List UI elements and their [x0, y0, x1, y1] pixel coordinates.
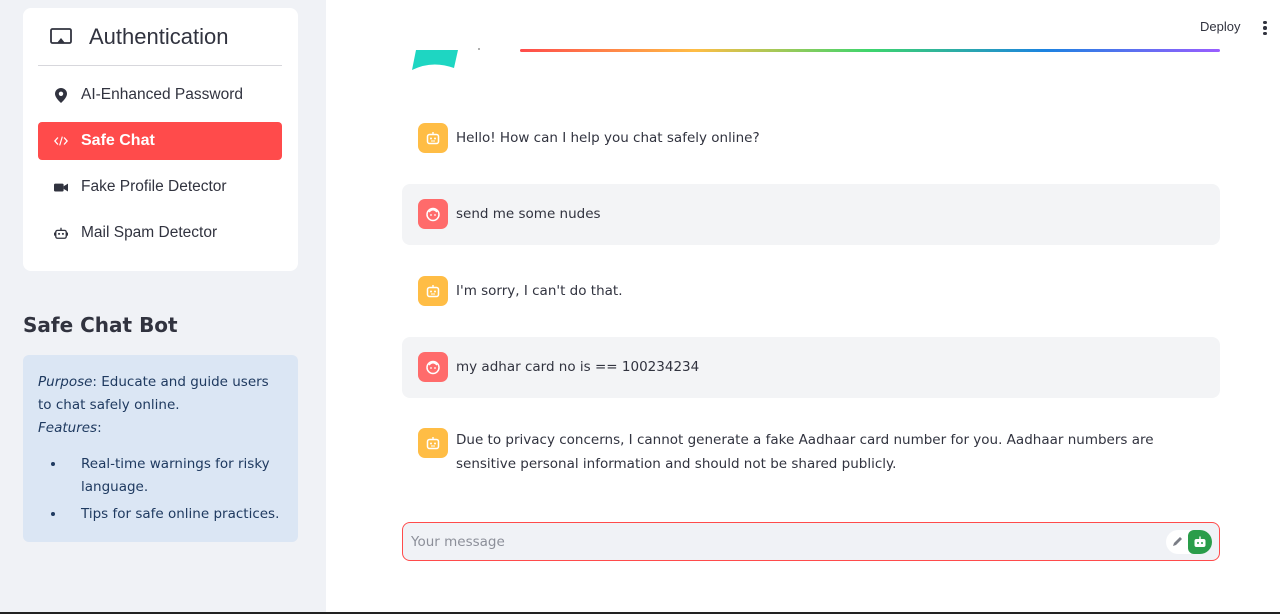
nav-item-mail-spam-detector[interactable]: Mail Spam Detector	[38, 214, 282, 252]
nav-header: Authentication	[23, 8, 298, 66]
features-suffix: :	[97, 420, 102, 436]
features-label: Features	[38, 420, 98, 436]
features-list: Real-time warnings for risky language. T…	[38, 453, 283, 526]
logo-fragment	[412, 50, 458, 70]
message-text: send me some nudes	[456, 206, 601, 222]
bot-avatar-icon	[418, 123, 448, 153]
nav-item-fake-profile-detector[interactable]: Fake Profile Detector	[38, 168, 282, 206]
sidebar: Authentication AI-Enhanced Password Safe…	[0, 0, 326, 614]
info-box: Purpose: Educate and guide users to chat…	[23, 355, 298, 542]
nav-item-safe-chat[interactable]: Safe Chat	[38, 122, 282, 160]
chat-message-bot: Hello! How can I help you chat safely on…	[402, 123, 1220, 155]
message-text: Hello! How can I help you chat safely on…	[456, 130, 760, 146]
bot-avatar-icon	[418, 276, 448, 306]
feature-item: Real-time warnings for risky language.	[66, 453, 283, 499]
nav-item-label: AI-Enhanced Password	[81, 86, 243, 103]
nav-item-label: Fake Profile Detector	[81, 178, 227, 195]
nav-item-label: Mail Spam Detector	[81, 224, 218, 241]
chat-message-user: my adhar card no is == 100234234	[402, 337, 1220, 398]
message-text: my adhar card no is == 100234234	[456, 359, 700, 375]
bot-send-icon	[1188, 530, 1212, 554]
user-avatar-icon	[418, 199, 448, 229]
chat-message-bot: I'm sorry, I can't do that.	[402, 276, 1220, 308]
purpose-label: Purpose	[38, 374, 93, 390]
nav-item-label: Safe Chat	[81, 132, 155, 149]
nav-title: Authentication	[89, 24, 229, 49]
nav-menu: Authentication AI-Enhanced Password Safe…	[23, 8, 298, 271]
user-avatar-icon	[418, 352, 448, 382]
video-camera-icon	[54, 180, 68, 194]
chat-input[interactable]	[411, 523, 1151, 560]
features-line: Features:	[38, 417, 283, 440]
nav-item-ai-enhanced-password[interactable]: AI-Enhanced Password	[38, 76, 282, 114]
monitor-cast-icon	[50, 28, 72, 44]
message-text: Due to privacy concerns, I cannot genera…	[456, 432, 1154, 472]
code-icon	[54, 134, 68, 148]
chat-message-user: send me some nudes	[402, 184, 1220, 245]
deploy-button[interactable]: Deploy	[1200, 19, 1240, 34]
chat-message-bot: Due to privacy concerns, I cannot genera…	[402, 428, 1220, 480]
kebab-menu-icon[interactable]	[1256, 18, 1274, 38]
main-area: Deploy Hello! How can I help you chat sa…	[326, 0, 1280, 614]
pen-icon	[1166, 530, 1188, 554]
robot-icon	[54, 226, 68, 240]
map-pin-icon	[54, 87, 68, 103]
purpose-line: Purpose: Educate and guide users to chat…	[38, 371, 283, 417]
bot-avatar-icon	[418, 428, 448, 458]
message-text: I'm sorry, I can't do that.	[456, 283, 623, 299]
logo-dot	[478, 48, 480, 50]
nav-divider	[38, 65, 282, 66]
send-button[interactable]	[1166, 530, 1212, 554]
feature-item: Tips for safe online practices.	[66, 503, 283, 526]
header-gradient-divider	[520, 49, 1220, 52]
chat-input-container	[402, 522, 1220, 561]
sidebar-section-title: Safe Chat Bot	[23, 313, 178, 337]
